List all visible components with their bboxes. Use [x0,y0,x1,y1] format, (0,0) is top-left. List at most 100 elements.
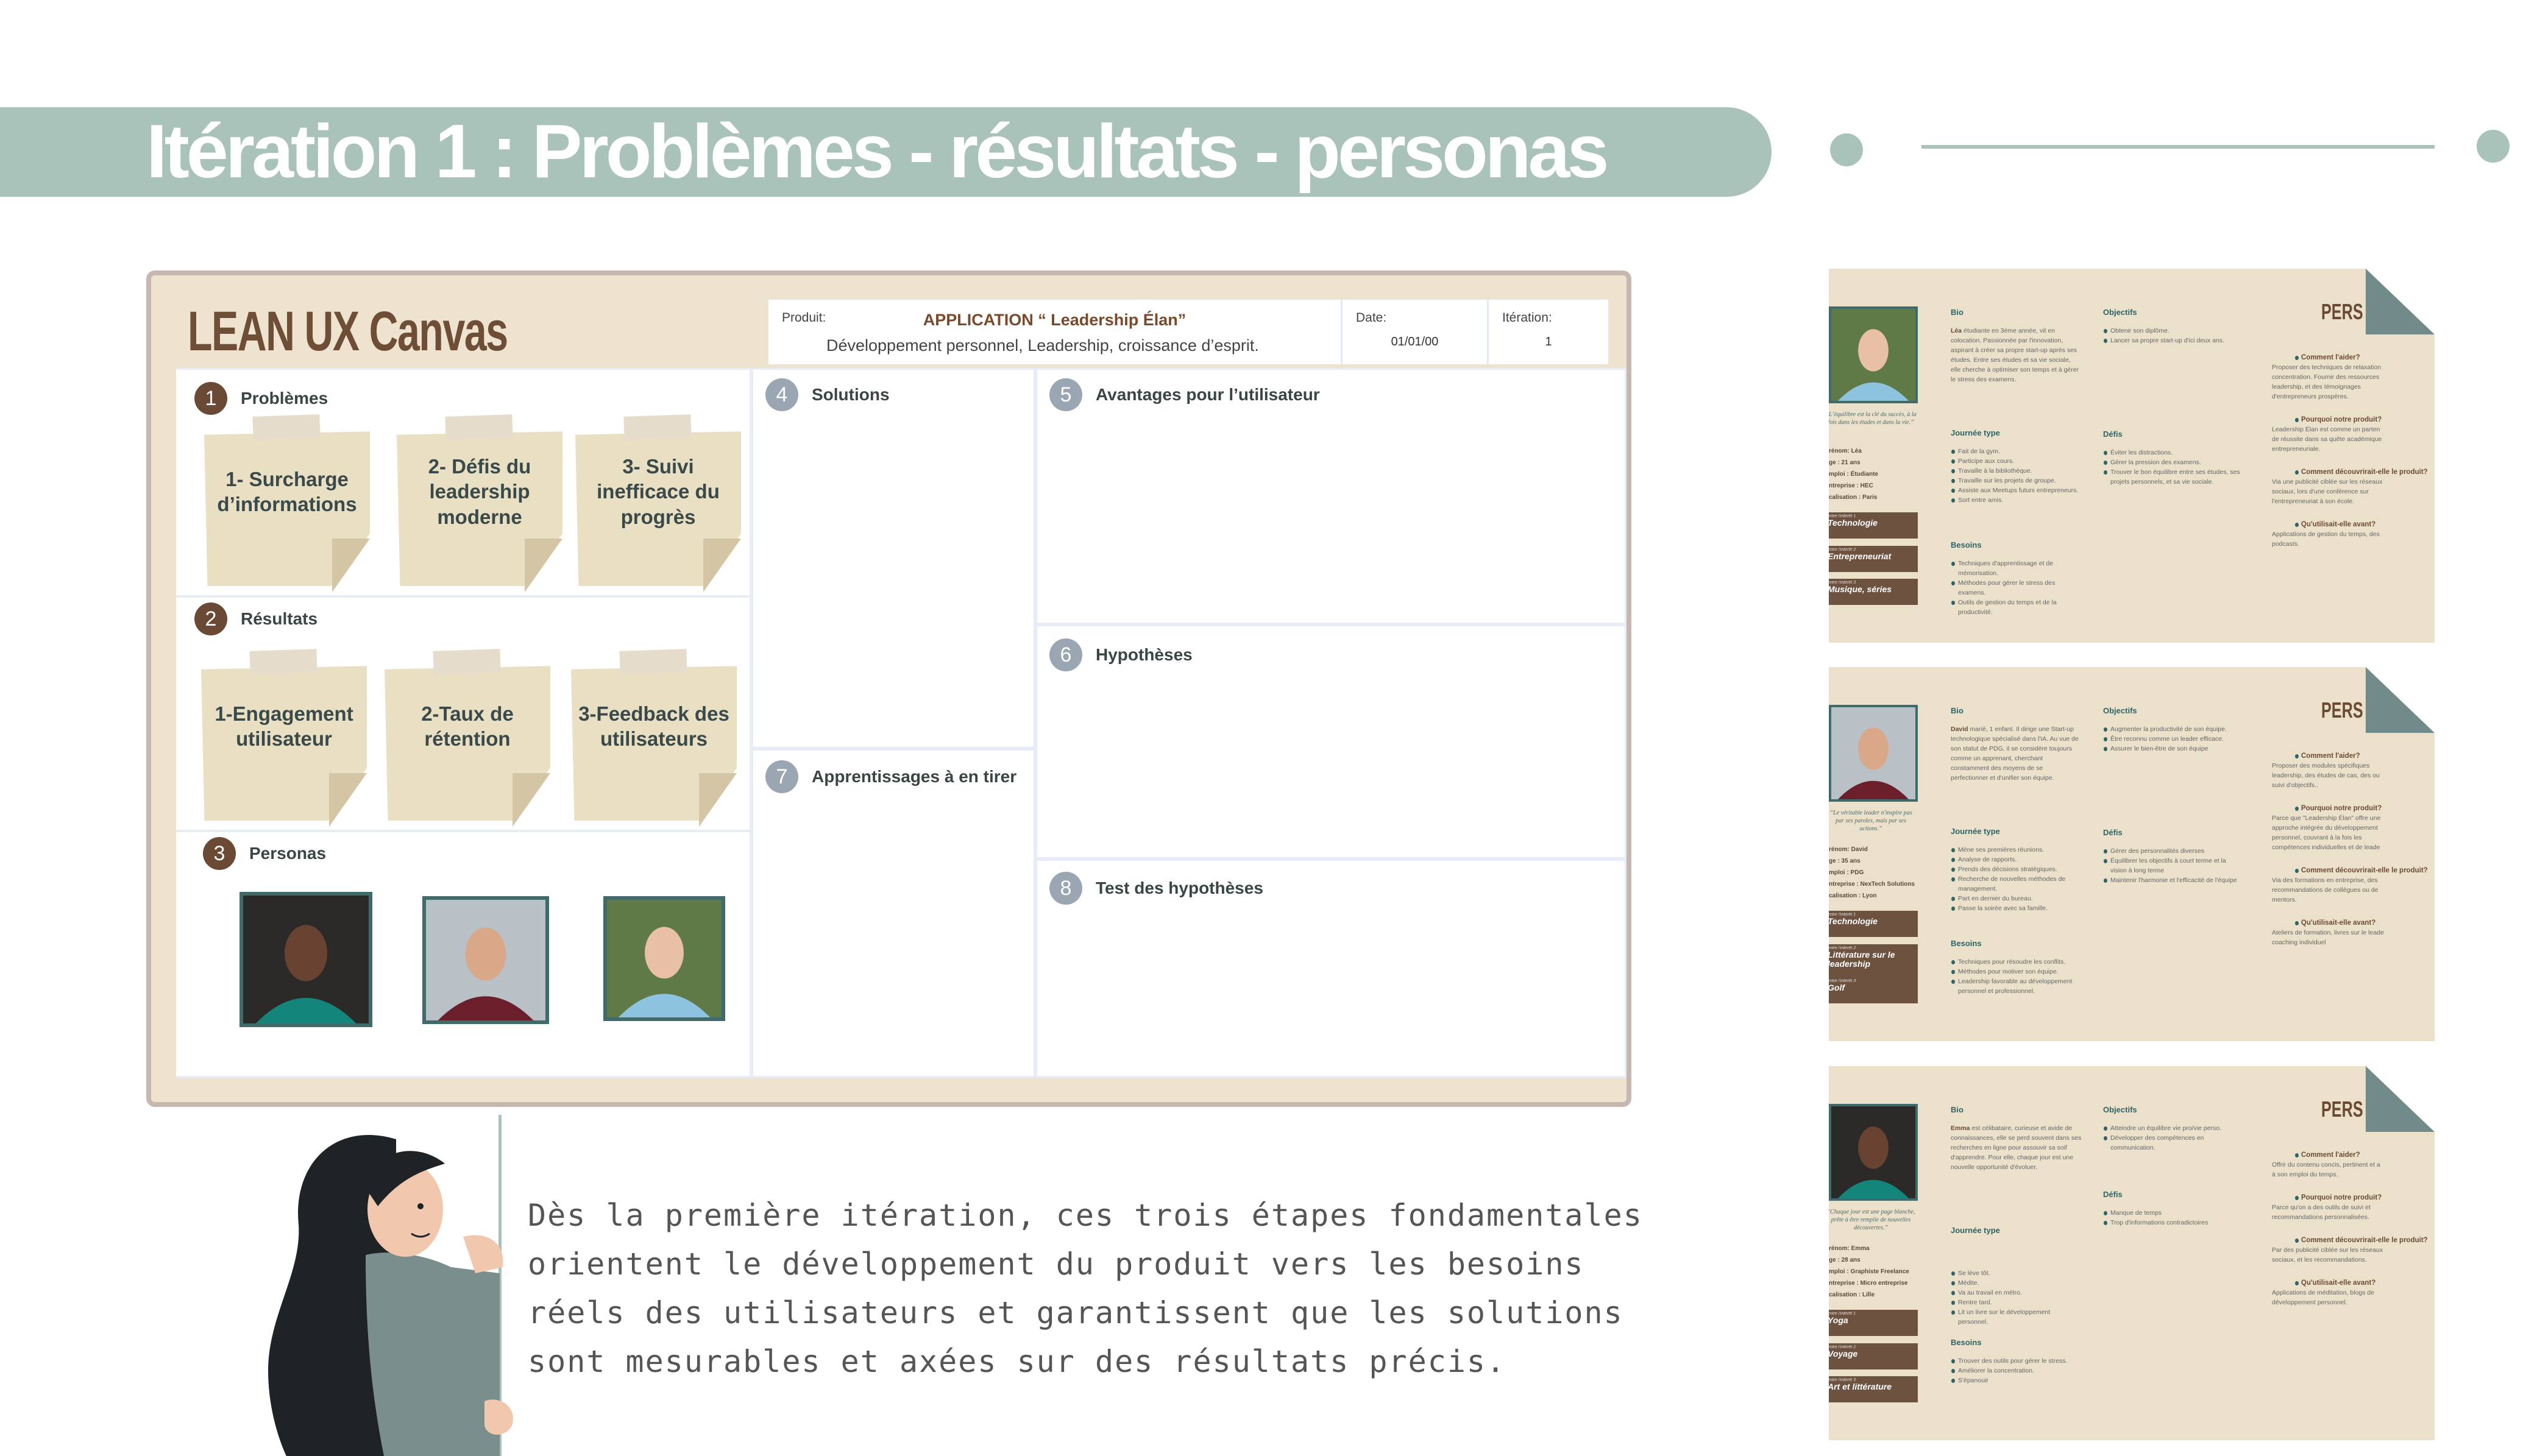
list-item: Manque de temps [2103,1208,2240,1218]
section-title: Apprentissages à en tirer [812,767,1017,786]
list-item: Leadership favorable au développement pe… [1951,977,2082,996]
list-item: Éviter les distractions. [2103,448,2240,458]
list-item: Assurer le bien-être de son équipe [2103,744,2240,754]
persona-card-photo [1829,1104,1918,1201]
solutions-box: 4 Solutions [751,368,1035,749]
decor-dot-left [1830,133,1863,166]
info-line: ntreprise : HEC [1829,482,1873,489]
list-item: Améliorer la concentration. [1951,1366,2082,1376]
list-item: Obtenir son diplôme. [2103,326,2240,336]
qa-answer-line: personnel, couvrant à la fois les [2272,834,2362,841]
benefits-box: 5 Avantages pour l’utilisateur [1035,368,1627,624]
qa-section: Comment l'aider? Proposer des modules spé… [2272,751,2435,961]
qa-answer-line: Via une publicité ciblée sur les réseaux [2272,478,2383,486]
persona-quote: “L’équilibre est la clé du succès, à la … [1829,411,1917,426]
result-sticky-note: 1-Engagement utilisateur [201,649,367,827]
persona-info: rénom: Emma ge : 28 ans mploi : Graphiste … [1829,1243,1909,1301]
section-title: Test des hypothèses [1096,878,1263,897]
folded-corner [329,773,367,827]
persona-photo-david[interactable] [422,896,549,1024]
info-line: ge : 35 ans [1829,858,1861,864]
qa-answer-line: leadership, et des témoignages [2272,383,2361,391]
iteration-box: Itération: 1 [1489,300,1608,364]
info-line: rénom: Léa [1829,448,1862,454]
tape-decor [445,414,513,440]
title-banner: Itération 1 : Problèmes - résultats - pe… [0,107,1772,197]
tape-decor [252,414,321,440]
persona-photo-lea[interactable] [603,896,725,1021]
section-heading: Besoins [1951,540,1982,550]
qa-answer-line: sociaux, et les recommandations. [2272,1256,2367,1263]
goals-section: Objectifs Obtenir son diplôme. Lancer sa p… [2103,308,2240,345]
persona-card-photo [1829,306,1918,403]
qa-answer-line: suivi d'objectifs.. [2272,782,2319,789]
info-line: ge : 28 ans [1829,1257,1861,1263]
qa-answer-line: coaching individuel [2272,939,2326,946]
needs-section: Besoins Trouver des outils pour gérer le … [1951,1338,2082,1385]
persona-card-photo [1829,705,1918,802]
qa-answer-line: Par des publicité ciblée sur les réseaux [2272,1246,2383,1254]
hypotheses-box: 6 Hypothèses [1035,624,1627,859]
goals-section: Objectifs Augmenter la productivité de so… [2103,706,2240,754]
interest-label: entre l'intérêt 2 [1829,548,1856,552]
qa-answer-line: Leadership Élan est comme un parten [2272,426,2380,433]
section-number-badge: 3 [203,837,236,870]
section-number-badge: 2 [194,603,227,635]
section-title: Hypothèses [1096,645,1193,664]
qa-question: Qu'utilisait-elle avant? [2272,520,2435,529]
interest-value: Technologie [1829,916,1878,926]
iteration-label: Itération: [1502,311,1552,325]
qa-answer-line: leadership, des études de cas, des ou [2272,772,2380,779]
section-heading: Journée type [1951,1226,2000,1235]
interest-value: Entrepreneuriat [1829,551,1892,561]
persona-card[interactable]: PERS “Chaque jour est une page blanche, … [1829,1066,2435,1440]
list-item: Outils de gestion du temps et de la prod… [1951,598,2082,617]
tape-decor [619,649,687,674]
qa-answer-line: d'entrepreneurs prospères. [2272,393,2349,400]
bio-text: étudiante en 3ème année, vit en colocati… [1951,327,2079,383]
persona-heading: PERS [2321,1097,2363,1122]
list-item: Trouver des outils pour gérer le stress. [1951,1356,2082,1366]
section-title: Solutions [812,385,890,404]
problem-sticky-note: 2- Défis du leadership moderne [397,414,562,592]
info-line: mploi : Étudiante [1829,471,1879,478]
bio-name: David [1951,726,1968,733]
interest-label: entre l'intérêt 2 [1829,946,1856,950]
interest-label: entre l'intérêt 3 [1829,581,1856,585]
section-heading: Défis [2103,429,2123,439]
info-line: ntreprise : Micro entreprise [1829,1280,1908,1287]
interest-label: entre l'intérêt 3 [1829,979,1856,983]
qa-answer-line: Proposer des techniques de relaxation [2272,364,2382,371]
section-heading: Objectifs [2103,308,2137,317]
section-heading: Bio [1951,1105,1964,1114]
result-sticky-note: 2-Taux de rétention [385,649,550,827]
section-heading: Bio [1951,308,1964,317]
qa-answer-line: approche intégrée du développement [2272,824,2378,832]
section-heading: Journée type [1951,827,2000,836]
list-item: Rentre tard. [1951,1298,2082,1307]
section-heading: Défis [2103,1190,2123,1199]
section-number-badge: 6 [1049,638,1082,671]
qa-answer-line: Applications de gestion du temps, des [2272,531,2380,538]
list-item: Mène ses premières réunions. [1951,845,2082,855]
info-line: rénom: Emma [1829,1245,1870,1252]
interest-tag: entre l'intérêt 3 Golf [1829,977,1918,1003]
section-personas: 3 Personas [203,837,326,870]
persona-heading: PERS [2321,698,2363,723]
qa-question: Comment l'aider? [2272,1150,2435,1160]
canvas-heading: LEAN UX Canvas [188,300,508,362]
interest-label: entre l'intérêt 1 [1829,913,1856,917]
section-number-badge: 1 [194,382,227,415]
qa-answer-line: compétences individuelles et de leade [2272,844,2380,851]
folded-corner [525,539,562,592]
persona-card[interactable]: PERS “Le véritable leader n'inspire pas … [1829,667,2435,1041]
persona-photo-emma[interactable] [239,892,372,1027]
interest-value: Yoga [1829,1315,1848,1325]
sticky-note-text: 3-Feedback des utilisateurs [578,702,729,750]
info-line: calisation : Lille [1829,1292,1875,1298]
interest-value: Technologie [1829,518,1878,528]
divider [176,830,750,832]
persona-card[interactable]: PERS “L’équilibre est la clé du succès, … [1829,269,2435,643]
interest-label: entre l'intérêt 1 [1829,1312,1856,1316]
problem-sticky-note: 1- Surcharge d’informations [204,414,370,592]
